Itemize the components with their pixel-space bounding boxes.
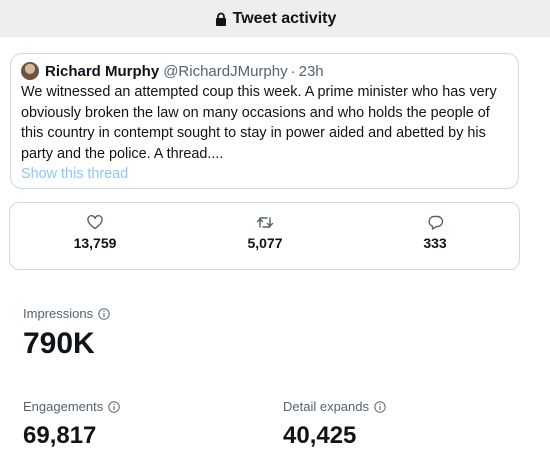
info-icon[interactable] xyxy=(98,307,110,320)
separator-dot: · xyxy=(290,62,296,80)
like-action[interactable]: 13,759 xyxy=(50,215,140,251)
avatar[interactable] xyxy=(21,62,39,80)
retweet-action[interactable]: 5,077 xyxy=(220,215,310,251)
tweet-card[interactable]: Richard Murphy @RichardJMurphy · 23h We … xyxy=(10,53,519,189)
info-icon[interactable] xyxy=(108,400,120,413)
detail-expands-stat: Detail expands 40,425 xyxy=(283,399,386,450)
author-name[interactable]: Richard Murphy xyxy=(45,63,159,80)
engagements-label-row: Engagements xyxy=(23,399,120,414)
retweet-icon xyxy=(256,217,274,228)
retweet-count: 5,077 xyxy=(247,235,283,251)
engagement-actions: 13,759 5,077 333 xyxy=(9,202,520,270)
tweet-header: Richard Murphy @RichardJMurphy · 23h xyxy=(21,62,508,80)
tweet-text: We witnessed an attempted coup this week… xyxy=(21,84,497,162)
tweet-time[interactable]: 23h xyxy=(299,63,324,80)
lock-icon xyxy=(215,12,226,26)
reply-icon xyxy=(427,215,443,230)
engagements-value: 69,817 xyxy=(23,422,97,449)
author-handle[interactable]: @RichardJMurphy xyxy=(163,63,287,80)
like-count: 13,759 xyxy=(73,235,117,251)
impressions-value: 790K xyxy=(23,327,95,360)
engagements-label: Engagements xyxy=(23,399,104,414)
heart-icon xyxy=(87,215,103,230)
impressions-stat: Impressions 790K xyxy=(23,306,110,361)
engagements-stat: Engagements 69,817 xyxy=(23,399,120,450)
reply-count: 333 xyxy=(423,235,447,251)
info-icon[interactable] xyxy=(374,400,386,413)
impressions-label-row: Impressions xyxy=(23,306,110,321)
detail-expands-label-row: Detail expands xyxy=(283,399,386,414)
page-title: Tweet activity xyxy=(232,9,337,27)
impressions-label: Impressions xyxy=(23,306,94,321)
detail-expands-label: Detail expands xyxy=(283,399,369,414)
reply-action[interactable]: 333 xyxy=(390,215,480,251)
detail-expands-value: 40,425 xyxy=(283,422,357,449)
header-bar: Tweet activity xyxy=(0,0,550,37)
show-thread-link[interactable]: Show this thread xyxy=(21,166,508,182)
